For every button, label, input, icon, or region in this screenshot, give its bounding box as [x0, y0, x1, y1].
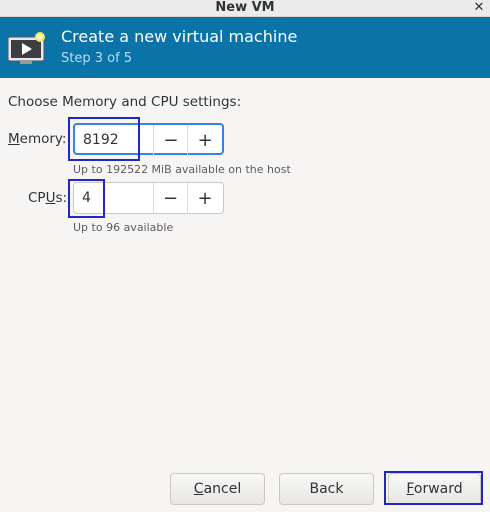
cpus-label-pre: CP: [28, 190, 46, 206]
wizard-header: Create a new virtual machine Step 3 of 5: [0, 17, 490, 78]
cpus-label-mnemonic: U: [45, 190, 56, 206]
cpus-label-post: s:: [55, 190, 68, 206]
memory-increment-button[interactable]: +: [188, 125, 222, 155]
memory-label: Memory:: [8, 130, 66, 148]
close-icon[interactable]: ✕: [472, 0, 486, 16]
cpus-spinner: 4 − +: [73, 182, 224, 214]
minus-icon: −: [162, 187, 179, 209]
cancel-label: ancel: [203, 481, 242, 497]
window-titlebar: New VM ✕: [0, 0, 490, 17]
cpus-hint: Up to 96 available: [73, 221, 174, 234]
forward-button[interactable]: Forward: [388, 473, 481, 505]
cpus-label: CPUs:: [28, 189, 67, 207]
memory-input[interactable]: 8192: [75, 125, 155, 155]
cancel-button[interactable]: Cancel: [170, 473, 265, 505]
memory-decrement-button[interactable]: −: [154, 125, 189, 155]
intro-text: Choose Memory and CPU settings:: [8, 94, 242, 110]
back-button[interactable]: Back: [279, 473, 374, 505]
memory-label-mnemonic: M: [8, 131, 20, 147]
cpus-increment-button[interactable]: +: [188, 183, 222, 213]
minus-icon: −: [163, 129, 179, 151]
plus-icon: +: [197, 129, 213, 151]
memory-label-text: emory:: [19, 131, 67, 147]
plus-icon: +: [197, 187, 213, 209]
forward-label: orward: [413, 481, 463, 497]
wizard-title: Create a new virtual machine: [61, 27, 298, 46]
cpus-input[interactable]: 4: [74, 183, 154, 213]
vm-monitor-icon: [7, 32, 45, 64]
cancel-mnemonic: C: [193, 481, 204, 497]
window-title: New VM: [215, 0, 275, 15]
wizard-step-indicator: Step 3 of 5: [61, 51, 133, 66]
cpus-decrement-button[interactable]: −: [154, 183, 188, 213]
memory-spinner: 8192 − +: [73, 123, 224, 155]
memory-hint: Up to 192522 MiB available on the host: [73, 163, 291, 176]
forward-mnemonic: F: [406, 481, 414, 497]
